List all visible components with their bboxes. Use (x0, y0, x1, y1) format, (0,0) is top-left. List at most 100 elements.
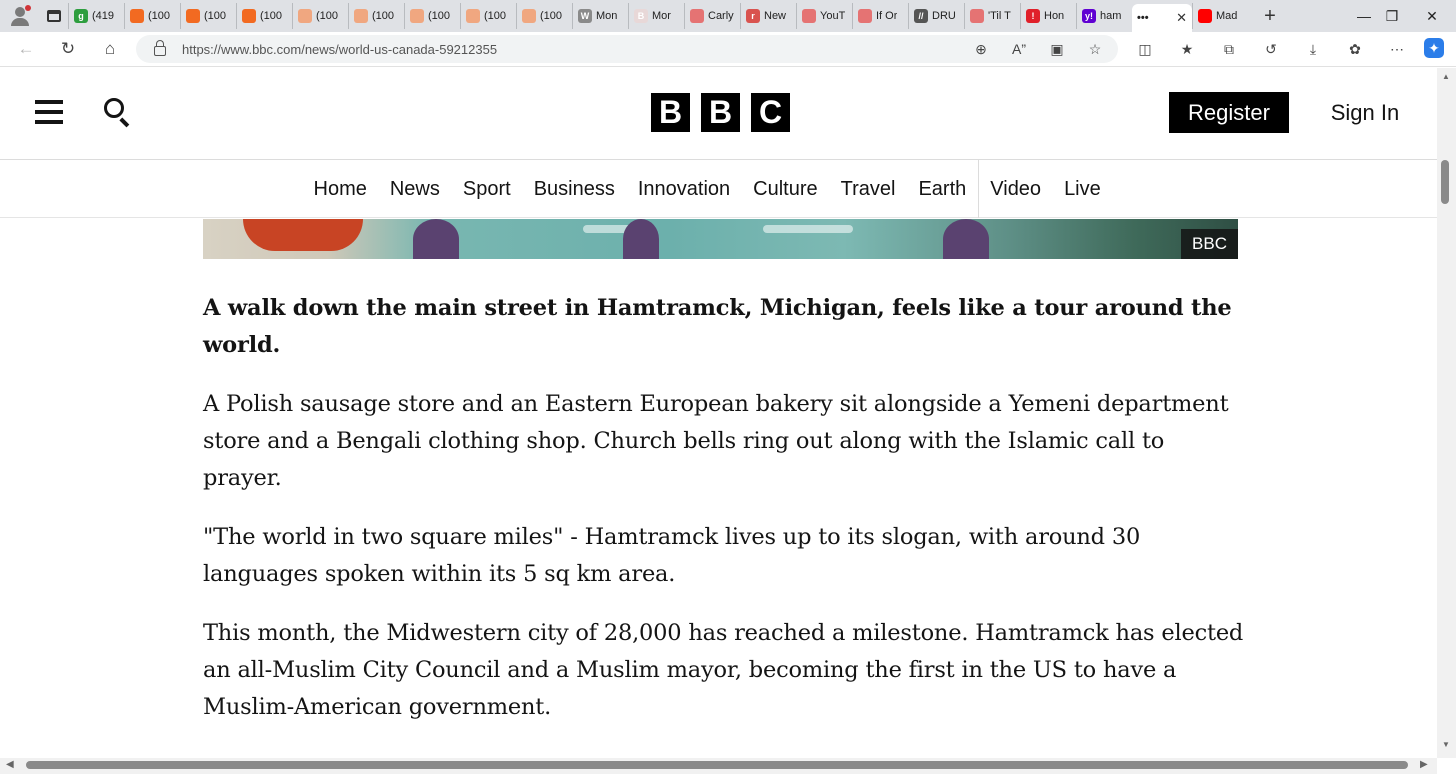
close-tab-icon[interactable]: ✕ (1176, 10, 1187, 26)
browser-tab[interactable]: y! ham (1076, 3, 1132, 29)
collections-icon[interactable]: ⧉ (1218, 38, 1240, 60)
browser-tab[interactable]: (100 (404, 3, 460, 29)
nav-item-video[interactable]: Video (977, 160, 1053, 218)
nav-item-culture[interactable]: Culture (742, 160, 829, 218)
favorite-star-icon[interactable]: ☆ (1084, 38, 1106, 60)
split-screen-icon[interactable]: ◫ (1134, 38, 1156, 60)
tab-favicon-icon (522, 9, 536, 23)
tab-favicon-icon (354, 9, 368, 23)
browser-tab[interactable]: 'Til T (964, 3, 1020, 29)
tab-title: Hon (1044, 10, 1065, 22)
back-icon[interactable]: ← (12, 36, 40, 62)
tab-favicon-icon (242, 9, 256, 23)
scroll-down-icon[interactable]: ▼ (1442, 740, 1450, 749)
restore-icon[interactable]: ❐ (1374, 0, 1410, 32)
browser-tab-strip: g (419 (100 (100 (100 (100 (100 (100 (100 (100 W Mo… (0, 0, 1456, 32)
tab-favicon-icon (410, 9, 424, 23)
menu-icon[interactable] (35, 100, 63, 124)
browser-tab[interactable]: (100 (180, 3, 236, 29)
vertical-scrollbar[interactable]: ▲ ▼ (1437, 68, 1456, 758)
tab-favicon-icon: // (914, 9, 928, 23)
read-aloud-icon[interactable]: A” (1008, 38, 1030, 60)
tab-title: If Or (876, 10, 898, 22)
browser-tab[interactable]: r New (740, 3, 796, 29)
horizontal-scrollbar[interactable]: ◀ ▶ (0, 758, 1437, 774)
nav-item-sport[interactable]: Sport (451, 160, 522, 218)
tab-title: ••• (1137, 12, 1149, 24)
browser-tab[interactable]: ! Hon (1020, 3, 1076, 29)
extensions-icon[interactable]: ✿ (1344, 38, 1366, 60)
zoom-icon[interactable]: ⊕ (970, 38, 992, 60)
favorites-icon[interactable]: ★ (1176, 38, 1198, 60)
browser-tab[interactable]: (100 (348, 3, 404, 29)
tab-title: (100 (204, 10, 227, 22)
tab-title: (100 (484, 10, 507, 22)
history-icon[interactable]: ↺ (1260, 38, 1282, 60)
logo-letter: C (751, 93, 790, 132)
main-navigation: Home News Sport Business Innovation Cult… (0, 160, 1437, 218)
article-paragraph: "The world in two square miles" - Hamtra… (203, 524, 1141, 587)
tab-favicon-icon: W (578, 9, 592, 23)
browser-tab[interactable]: YouT (796, 3, 852, 29)
scroll-right-icon[interactable]: ▶ (1420, 759, 1428, 770)
browser-tab[interactable]: (100 (236, 3, 292, 29)
tab-actions-icon[interactable] (40, 2, 68, 30)
nav-item-home[interactable]: Home (302, 160, 378, 218)
nav-item-earth[interactable]: Earth (907, 160, 978, 218)
immersive-reader-icon[interactable]: ▣ (1046, 38, 1068, 60)
profile-avatar-icon[interactable] (6, 2, 34, 30)
nav-item-business[interactable]: Business (522, 160, 626, 218)
article-body: A walk down the main street in Hamtramck… (203, 290, 1248, 748)
tab-favicon-icon (298, 9, 312, 23)
tab-favicon-icon: ! (1026, 9, 1040, 23)
nav-item-news[interactable]: News (378, 160, 451, 218)
browser-tab[interactable]: (100 (124, 3, 180, 29)
browser-tab[interactable]: g (419 (68, 3, 124, 29)
browser-tab[interactable]: W Mon (572, 3, 628, 29)
nav-item-live[interactable]: Live (1053, 160, 1113, 218)
tab-title: Mon (596, 10, 618, 22)
browser-tab[interactable]: (100 (460, 3, 516, 29)
tab-favicon-icon (970, 9, 984, 23)
tab-favicon-icon: g (74, 9, 88, 23)
horizontal-scroll-thumb[interactable] (26, 761, 1408, 769)
tab-favicon-icon: r (746, 9, 760, 23)
browser-tab[interactable]: (100 (516, 3, 572, 29)
image-credit: BBC (1181, 229, 1238, 259)
browser-tab[interactable]: // DRU (908, 3, 964, 29)
tab-title: (100 (540, 10, 563, 22)
sign-in-link[interactable]: Sign In (1316, 92, 1414, 133)
nav-item-travel[interactable]: Travel (829, 160, 907, 218)
tab-favicon-icon (858, 9, 872, 23)
browser-tab[interactable]: ••• ✕ (1132, 4, 1192, 32)
tab-favicon-icon (690, 9, 704, 23)
tab-title: Carly (708, 10, 734, 22)
vertical-scroll-thumb[interactable] (1441, 160, 1449, 204)
more-menu-icon[interactable]: ⋯ (1386, 38, 1408, 60)
browser-tab[interactable]: Mad (1192, 3, 1248, 29)
logo-letter: B (651, 93, 690, 132)
browser-tab[interactable]: B Mor (628, 3, 684, 29)
copilot-icon[interactable]: ✦ (1424, 38, 1444, 58)
browser-tab[interactable]: If Or (852, 3, 908, 29)
nav-item-innovation[interactable]: Innovation (626, 160, 741, 218)
scroll-up-icon[interactable]: ▲ (1442, 72, 1450, 81)
lock-icon[interactable] (154, 40, 166, 56)
new-tab-button[interactable]: + (1256, 2, 1284, 30)
article-paragraph: A Polish sausage store and an Eastern Eu… (203, 391, 1229, 491)
register-button[interactable]: Register (1169, 92, 1289, 133)
reload-icon[interactable]: ↻ (54, 36, 82, 62)
browser-toolbar: ← ↻ ⌂ https://www.bbc.com/news/world-us-… (0, 32, 1456, 67)
tab-title: (419 (92, 10, 115, 22)
tab-favicon-icon (466, 9, 480, 23)
search-icon[interactable] (104, 98, 132, 128)
home-icon[interactable]: ⌂ (96, 36, 124, 62)
address-url[interactable]: https://www.bbc.com/news/world-us-canada… (182, 42, 497, 57)
bbc-logo[interactable]: B B C (651, 93, 790, 132)
close-window-icon[interactable]: ✕ (1414, 0, 1450, 32)
scroll-left-icon[interactable]: ◀ (6, 759, 14, 770)
browser-tab[interactable]: Carly (684, 3, 740, 29)
browser-tab[interactable]: (100 (292, 3, 348, 29)
tab-title: New (764, 10, 787, 22)
downloads-icon[interactable]: ⤓ (1302, 38, 1324, 60)
